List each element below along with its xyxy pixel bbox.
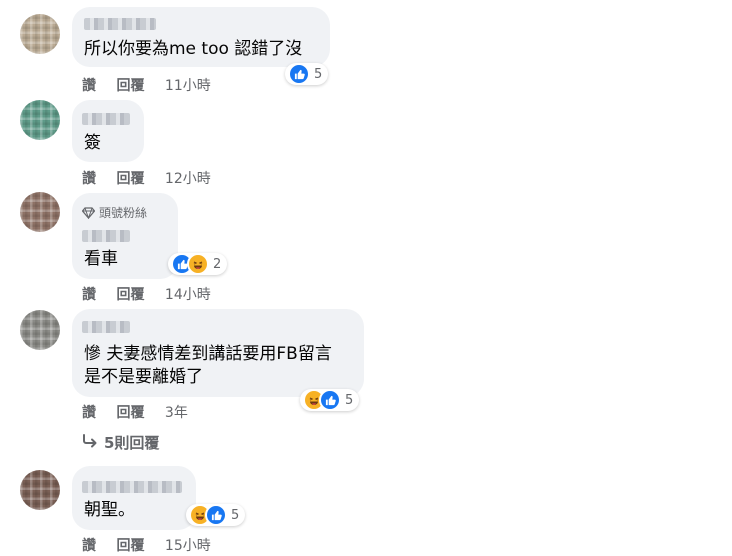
avatar[interactable] [20, 14, 60, 54]
timestamp[interactable]: 15小時 [165, 538, 211, 554]
comment-actions: 讚 回覆 12小時 [82, 168, 227, 188]
top-fan-badge: 頭號粉絲 [81, 204, 148, 222]
like-reaction-icon [319, 389, 341, 411]
comment-actions: 讚 回覆 11小時 [82, 75, 227, 95]
commenter-name[interactable] [82, 230, 130, 242]
comment-text-line-2: 是不是要離婚了 [84, 367, 203, 387]
comment-bubble: 頭號粉絲 看車 [72, 193, 178, 279]
timestamp[interactable]: 12小時 [165, 171, 211, 187]
comment-bubble: 所以你要為me too 認錯了沒 [72, 7, 330, 67]
commenter-name[interactable] [82, 113, 130, 125]
reaction-count: 5 [345, 392, 354, 408]
comment-bubble: 慘 夫妻感情差到講話要用FB留言 是不是要離婚了 [72, 309, 364, 397]
reply-arrow-icon [82, 434, 98, 452]
timestamp[interactable]: 11小時 [165, 78, 211, 94]
view-replies-button[interactable]: 5則回覆 [82, 432, 159, 453]
like-button[interactable]: 讚 [82, 78, 96, 94]
comment-actions: 讚 回覆 15小時 [82, 535, 227, 555]
commenter-name[interactable] [84, 18, 156, 30]
badge-label: 頭號粉絲 [99, 206, 148, 220]
avatar[interactable] [20, 192, 60, 232]
reply-button[interactable]: 回覆 [116, 171, 144, 187]
comment-bubble: 簽 [72, 100, 144, 162]
reaction-summary[interactable]: 5 [186, 504, 246, 526]
timestamp[interactable]: 14小時 [165, 287, 211, 303]
avatar[interactable] [20, 470, 60, 510]
comment-actions: 讚 回覆 14小時 [82, 284, 227, 304]
avatar[interactable] [20, 100, 60, 140]
reaction-count: 5 [314, 66, 323, 82]
comment-text: 所以你要為me too 認錯了沒 [84, 39, 303, 59]
like-reaction-icon [288, 63, 310, 85]
like-button[interactable]: 讚 [82, 405, 96, 421]
like-button[interactable]: 讚 [82, 287, 96, 303]
timestamp[interactable]: 3年 [165, 405, 188, 421]
comment-actions: 讚 回覆 3年 [82, 402, 204, 422]
reaction-summary[interactable]: 5 [300, 389, 360, 411]
reaction-summary[interactable]: 2 [168, 253, 228, 275]
reply-button[interactable]: 回覆 [116, 405, 144, 421]
avatar[interactable] [20, 310, 60, 350]
replies-count-label: 5則回覆 [104, 434, 160, 452]
reaction-count: 5 [231, 507, 240, 523]
reaction-summary[interactable]: 5 [285, 63, 329, 85]
comment-text: 朝聖。 [84, 500, 135, 520]
haha-reaction-icon [187, 253, 209, 275]
comment-text: 看車 [84, 249, 118, 269]
reply-button[interactable]: 回覆 [116, 287, 144, 303]
comment-text: 簽 [84, 133, 101, 153]
commenter-name[interactable] [82, 321, 130, 333]
comment-bubble: 朝聖。 [72, 466, 196, 530]
comment-text-line-1: 慘 夫妻感情差到講話要用FB留言 [84, 344, 332, 364]
diamond-icon [81, 207, 96, 222]
like-button[interactable]: 讚 [82, 171, 96, 187]
reaction-count: 2 [213, 256, 222, 272]
reply-button[interactable]: 回覆 [116, 78, 144, 94]
like-reaction-icon [205, 504, 227, 526]
commenter-name[interactable] [82, 481, 182, 493]
like-button[interactable]: 讚 [82, 538, 96, 554]
reply-button[interactable]: 回覆 [116, 538, 144, 554]
